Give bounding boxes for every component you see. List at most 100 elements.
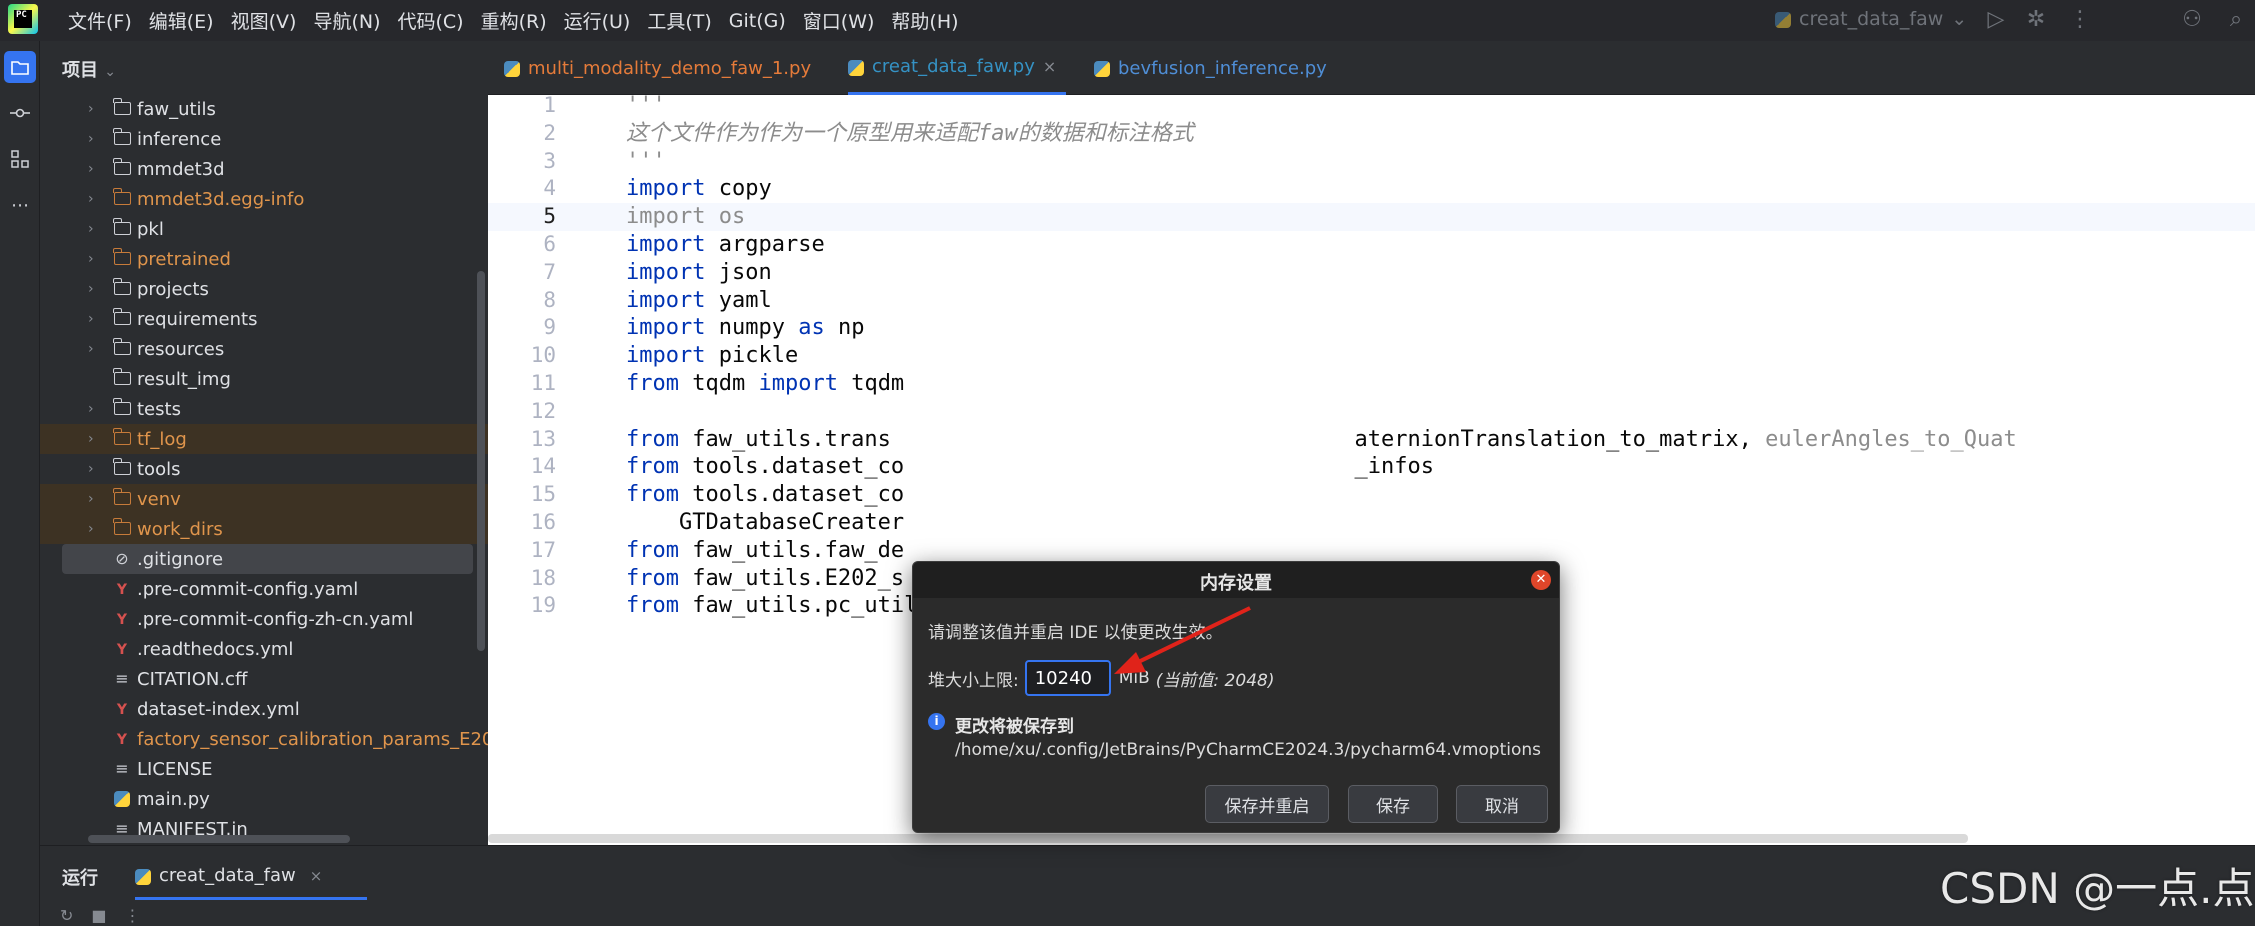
menu-file[interactable]: 文件(F) [68,7,132,34]
cancel-button[interactable]: 取消 [1456,785,1548,823]
chevron-right-icon[interactable]: › [88,341,94,357]
menu-refactor[interactable]: 重构(R) [481,7,547,34]
code-line[interactable]: 14 from tools.dataset_co _infos [488,453,2255,481]
chevron-right-icon[interactable]: › [88,311,94,327]
chevron-right-icon[interactable]: › [88,161,94,177]
tree-item[interactable]: › projects [40,274,488,304]
tree-item[interactable]: › work_dirs [40,514,488,544]
tree-item[interactable]: › mmdet3d [40,154,488,184]
code-line[interactable]: 11 from tqdm import tqdm [488,370,2255,398]
menu-git[interactable]: Git(G) [729,10,786,32]
menu-view[interactable]: 视图(V) [231,7,297,34]
tree-item[interactable]: ≡ CITATION.cff [40,664,488,694]
tree-item[interactable]: › faw_utils [40,94,488,124]
menu-code[interactable]: 代码(C) [397,7,463,34]
code-text: GTDatabaseCreater [626,509,904,537]
menu-window[interactable]: 窗口(W) [803,7,875,34]
line-number: 6 [543,232,556,256]
chevron-right-icon[interactable]: › [88,431,94,447]
close-icon[interactable]: ✕ [1531,570,1551,590]
code-line[interactable]: 6 import argparse [488,231,2255,259]
menu-edit[interactable]: 编辑(E) [149,7,214,34]
tree-item[interactable]: › inference [40,124,488,154]
tree-item[interactable]: main.py [40,784,488,814]
tree-item[interactable]: › mmdet3d.egg-info [40,184,488,214]
tree-item[interactable]: Y .readthedocs.yml [40,634,488,664]
code-line[interactable]: 10 import pickle [488,342,2255,370]
run-config-selector[interactable]: creat_data_faw ⌄ [1775,8,1967,30]
save-and-restart-button[interactable]: 保存并重启 [1205,785,1329,823]
add-user-icon[interactable]: ⚇ [2178,6,2206,34]
chevron-right-icon[interactable]: › [88,221,94,237]
save-button[interactable]: 保存 [1348,785,1438,823]
dialog-titlebar[interactable]: 内存设置 ✕ [913,562,1559,598]
code-line[interactable]: 2 这个文件作为作为一个原型用来适配faw的数据和标注格式 [488,120,2255,148]
more-vertical-icon[interactable]: ⋮ [125,906,141,925]
tree-item[interactable]: › pkl [40,214,488,244]
tree-item[interactable]: › pretrained [40,244,488,274]
code-token: pickle [705,343,799,369]
code-token: tools.dataset_co [678,454,905,480]
more-vertical-icon[interactable]: ⋮ [2066,6,2094,34]
code-line[interactable]: 16 GTDatabaseCreater [488,509,2255,537]
chevron-right-icon[interactable]: › [88,101,94,117]
tree-item[interactable]: › tests [40,394,488,424]
code-line[interactable]: 15 from tools.dataset_co [488,481,2255,509]
menu-help[interactable]: 帮助(H) [891,7,958,34]
project-tree-horizontal-scrollbar[interactable] [88,835,350,843]
heap-size-input[interactable] [1024,660,1111,696]
chevron-right-icon[interactable]: › [88,251,94,267]
tree-item[interactable]: Yfactory_sensor_calibration_params_E202 [40,724,505,754]
search-icon[interactable]: ⌕ [2222,6,2250,34]
editor-tab-bevfusion-inference[interactable]: bevfusion_inference.py [1094,41,1327,95]
pycharm-logo-icon[interactable]: PC [8,4,38,34]
project-tool-icon[interactable] [4,51,36,83]
code-line[interactable]: 8 import yaml [488,287,2255,315]
code-line[interactable]: 4 import copy [488,175,2255,203]
close-tab-icon[interactable]: × [1043,57,1056,76]
editor-horizontal-scrollbar[interactable] [488,834,1968,843]
menu-tools[interactable]: 工具(T) [647,7,711,34]
editor-tab-creat-data-faw[interactable]: creat_data_faw.py × [848,41,1067,95]
tree-item[interactable]: result_img [40,364,488,394]
tree-item[interactable]: › tf_log [40,424,488,454]
chevron-right-icon[interactable]: › [88,191,94,207]
code-line[interactable]: 5 import os [488,203,2255,231]
rerun-icon[interactable]: ↻ [60,906,73,925]
close-tab-icon[interactable]: × [310,867,323,885]
commit-tool-icon[interactable] [4,97,36,129]
chevron-right-icon[interactable]: › [88,461,94,477]
stop-icon[interactable]: ■ [91,906,106,925]
tree-item[interactable]: Y .pre-commit-config.yaml [40,574,488,604]
structure-tool-icon[interactable] [4,143,36,175]
tree-item[interactable]: › venv [40,484,488,514]
debug-icon[interactable]: ✲ [2022,6,2050,34]
code-line[interactable]: 7 import json [488,259,2255,287]
more-horizontal-icon[interactable]: ⋯ [4,189,36,221]
tree-item[interactable]: › resources [40,334,488,364]
tree-item[interactable]: › requirements [40,304,488,334]
tree-item[interactable]: › tools [40,454,488,484]
chevron-right-icon[interactable]: › [88,491,94,507]
menu-run[interactable]: 运行(U) [564,7,631,34]
code-line[interactable]: 9 import numpy as np [488,314,2255,342]
project-tree-vertical-scrollbar[interactable] [477,271,485,651]
menu-navigate[interactable]: 导航(N) [313,7,380,34]
code-line[interactable]: 13 from faw_utils.trans aternionTranslati… [488,426,2255,454]
run-icon[interactable]: ▷ [1982,6,2010,34]
tree-item[interactable]: ⊘ .gitignore [62,544,473,574]
chevron-right-icon[interactable]: › [88,281,94,297]
run-tab-creat-data-faw[interactable]: creat_data_faw × [135,854,367,900]
editor-tab-multi-modality-demo[interactable]: multi_modality_demo_faw_1.py [504,41,811,95]
tree-item[interactable]: ≡ LICENSE [40,754,488,784]
chevron-right-icon[interactable]: › [88,521,94,537]
code-line[interactable]: 12 [488,398,2255,426]
project-panel-header[interactable]: 项目 ⌄ [62,56,116,82]
tree-item[interactable]: Y .pre-commit-config-zh-cn.yaml [40,604,488,634]
chevron-right-icon[interactable]: › [88,401,94,417]
chevron-right-icon[interactable]: › [88,131,94,147]
tree-item[interactable]: Ydataset-index.yml [40,694,488,724]
code-line[interactable]: 3 ''' [488,148,2255,176]
line-number: 2 [543,120,556,145]
code-line[interactable]: 1 ''' [488,95,2255,120]
